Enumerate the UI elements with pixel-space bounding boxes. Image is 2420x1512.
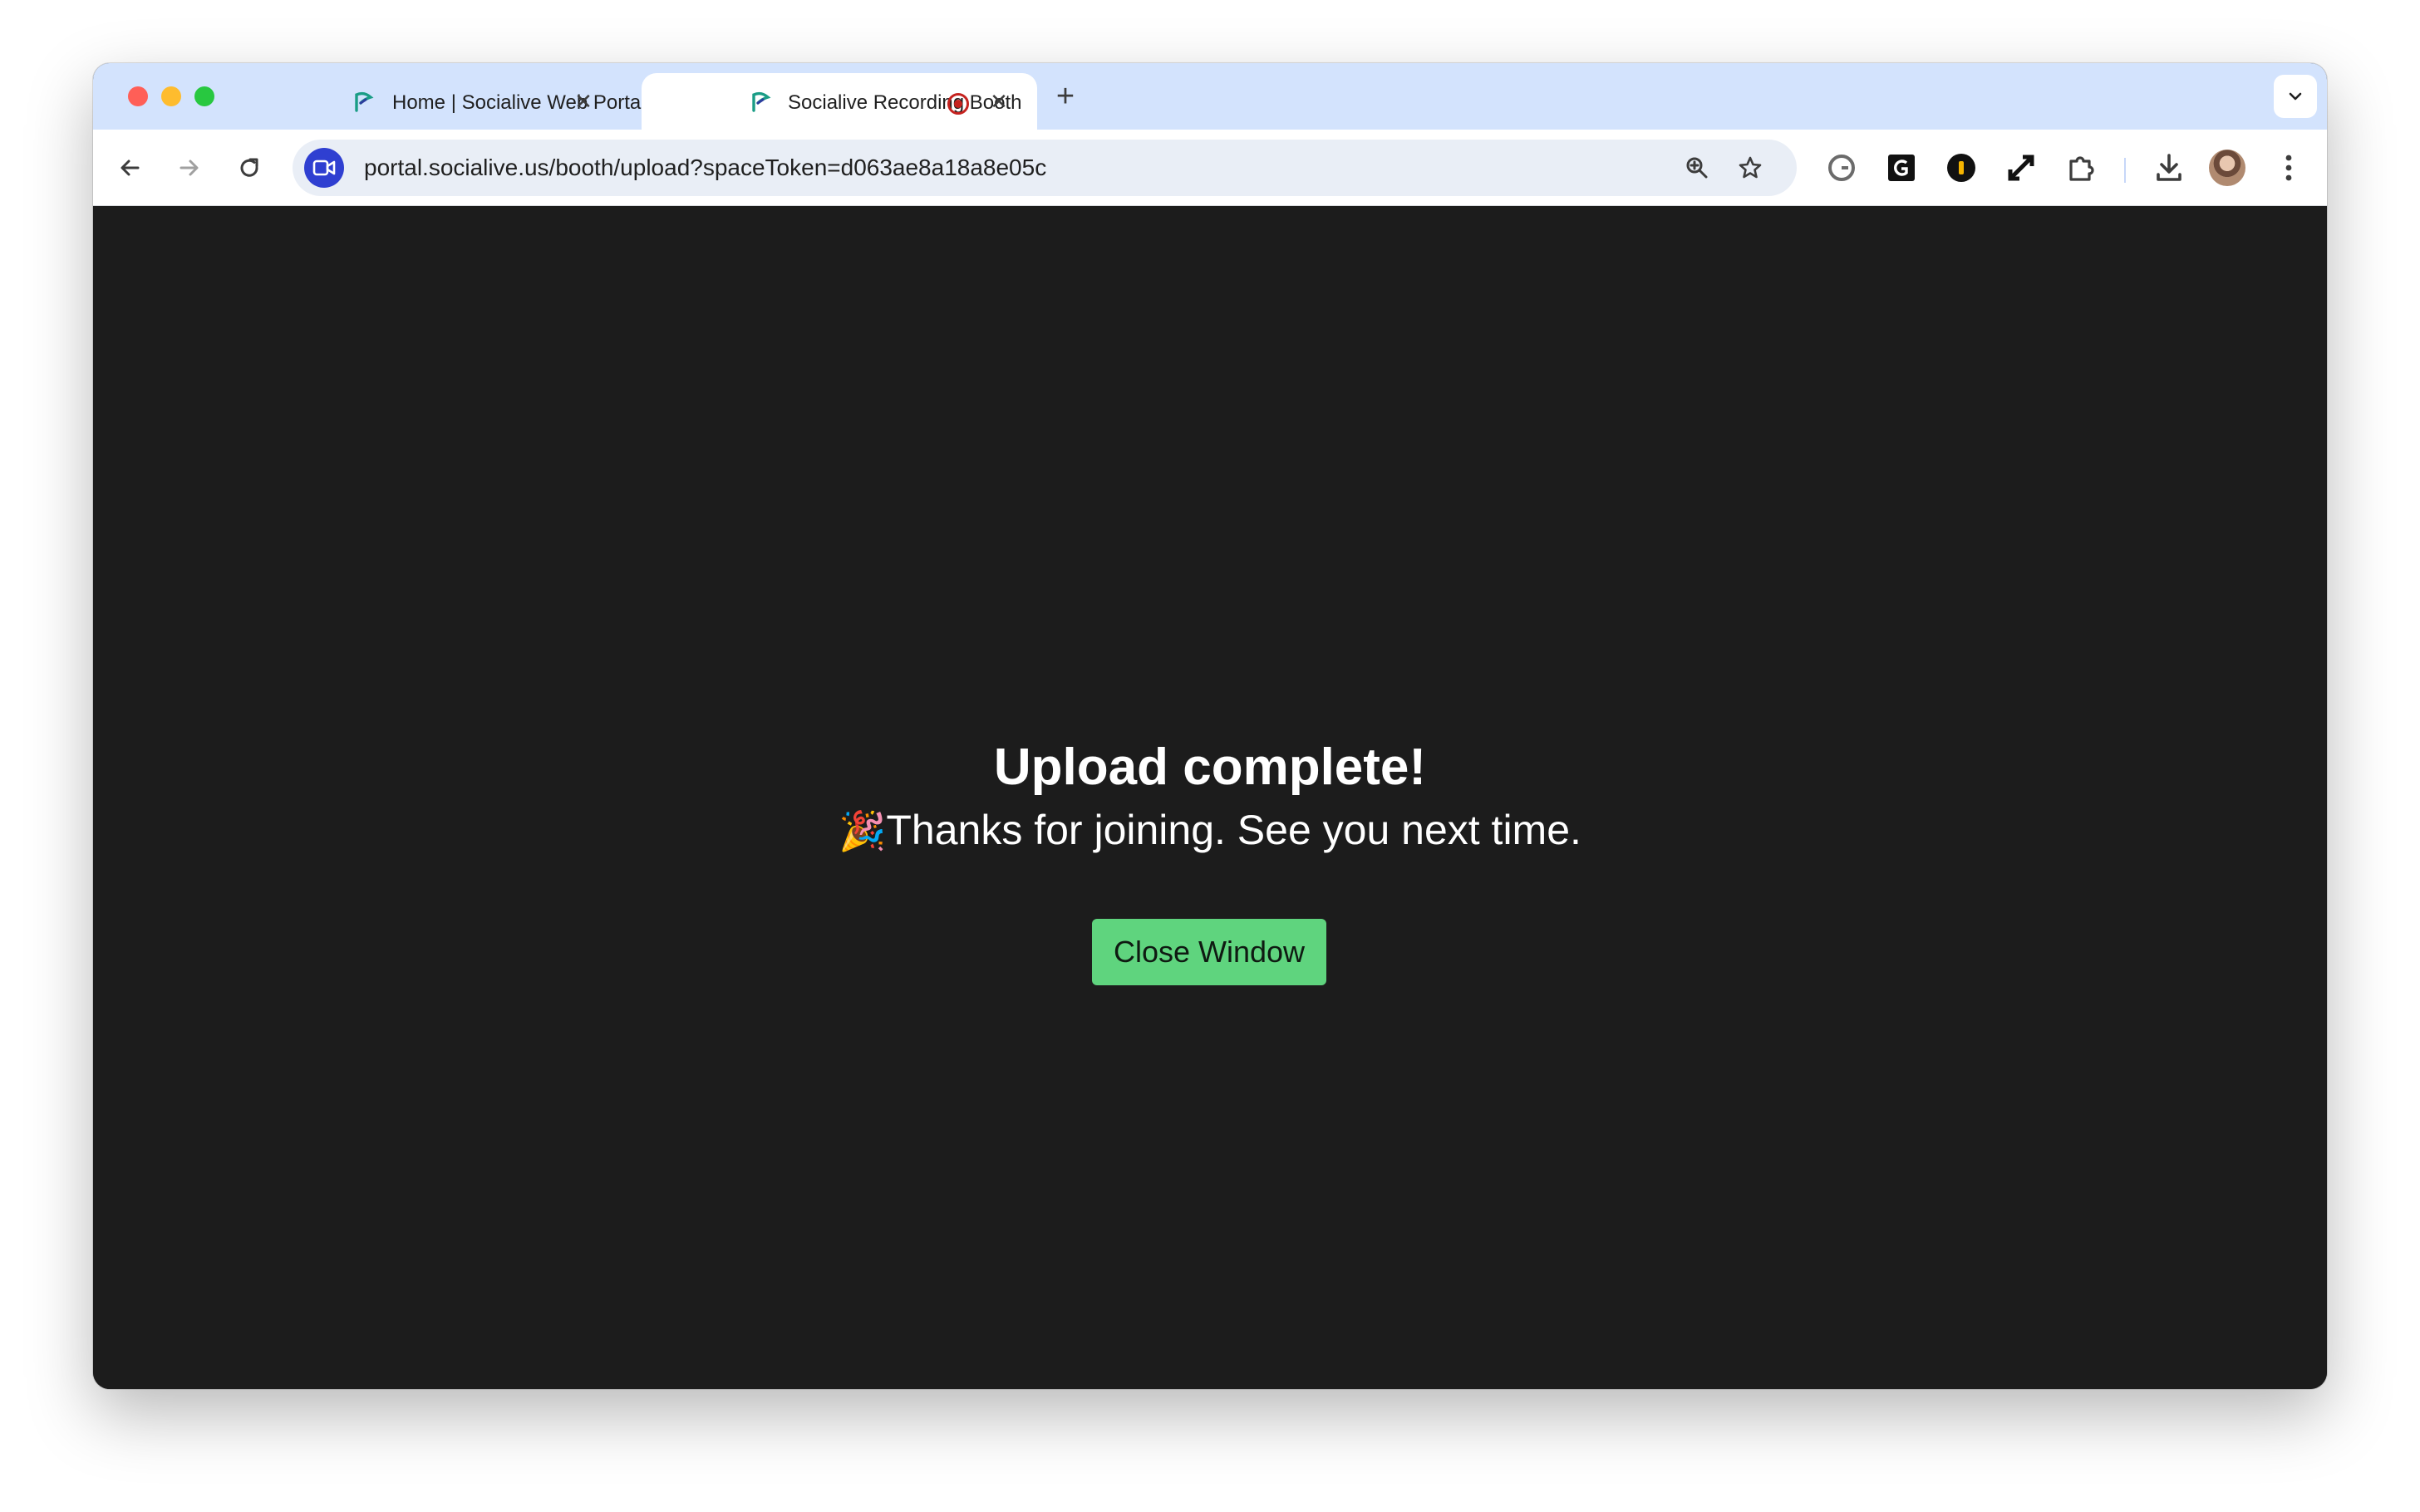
downloads-button[interactable] xyxy=(2149,148,2189,188)
more-menu-icon xyxy=(2285,155,2292,181)
forward-arrow-icon xyxy=(180,160,199,176)
tab-close-button[interactable]: ✕ xyxy=(570,88,597,115)
chevron-down-icon xyxy=(2289,92,2302,101)
reload-button[interactable] xyxy=(229,148,269,188)
browser-window: Home | Socialive Web Portal ✕ Socialive … xyxy=(93,63,2327,1389)
grammarly-g-extension[interactable] xyxy=(1881,148,1921,188)
expand-extension[interactable] xyxy=(2001,148,2041,188)
profile-avatar[interactable] xyxy=(2209,150,2245,186)
window-close-button[interactable] xyxy=(128,86,148,106)
download-icon xyxy=(2157,154,2181,181)
tab-title: Home | Socialive Web Portal xyxy=(392,91,646,114)
grammarly-icon xyxy=(1828,155,1855,181)
forward-button[interactable] xyxy=(170,148,209,188)
toolbar-divider xyxy=(2124,158,2126,183)
password-manager-icon xyxy=(1947,154,1975,182)
browser-toolbar: portal.socialive.us/booth/upload?spaceTo… xyxy=(93,130,2327,206)
site-info-button[interactable] xyxy=(304,148,344,188)
party-popper-icon: 🎉 xyxy=(839,809,887,852)
window-minimize-button[interactable] xyxy=(161,86,181,106)
page-content: Upload complete! 🎉Thanks for joining. Se… xyxy=(93,206,2327,1389)
thanks-message: 🎉Thanks for joining. See you next time. xyxy=(93,806,2327,854)
thanks-message-text: Thanks for joining. See you next time. xyxy=(886,807,1581,853)
bookmark-button[interactable] xyxy=(1730,148,1770,188)
password-manager-extension[interactable] xyxy=(1941,148,1981,188)
tab-strip: Home | Socialive Web Portal ✕ Socialive … xyxy=(93,63,2327,130)
grammarly-extension[interactable] xyxy=(1822,148,1862,188)
new-tab-button[interactable]: + xyxy=(1049,80,1082,113)
address-bar[interactable]: portal.socialive.us/booth/upload?spaceTo… xyxy=(293,140,1797,196)
extensions-button[interactable] xyxy=(2061,148,2101,188)
bookmark-star-icon xyxy=(1739,156,1762,179)
back-arrow-icon xyxy=(121,160,140,176)
video-camera-icon xyxy=(312,160,336,176)
recording-indicator-icon xyxy=(947,93,969,115)
expand-icon xyxy=(2008,155,2034,181)
extensions-puzzle-icon xyxy=(2069,156,2094,181)
grammarly-g-icon xyxy=(1888,155,1915,181)
close-window-button[interactable]: Close Window xyxy=(1092,919,1326,985)
window-maximize-button[interactable] xyxy=(194,86,214,106)
more-menu-button[interactable] xyxy=(2269,148,2309,188)
reload-icon xyxy=(240,158,258,177)
url-text[interactable]: portal.socialive.us/booth/upload?spaceTo… xyxy=(364,155,1046,181)
zoom-icon xyxy=(1686,157,1708,179)
socialive-logo-icon xyxy=(355,91,374,112)
tab-search-button[interactable] xyxy=(2274,75,2317,118)
tab-close-button[interactable]: ✕ xyxy=(986,88,1012,115)
socialive-logo-icon xyxy=(752,91,771,112)
zoom-button[interactable] xyxy=(1677,148,1717,188)
tab-socialive-recording-booth[interactable]: Socialive Recording Booth ✕ xyxy=(642,73,1037,130)
back-button[interactable] xyxy=(110,148,150,188)
upload-complete-heading: Upload complete! xyxy=(993,739,1427,796)
